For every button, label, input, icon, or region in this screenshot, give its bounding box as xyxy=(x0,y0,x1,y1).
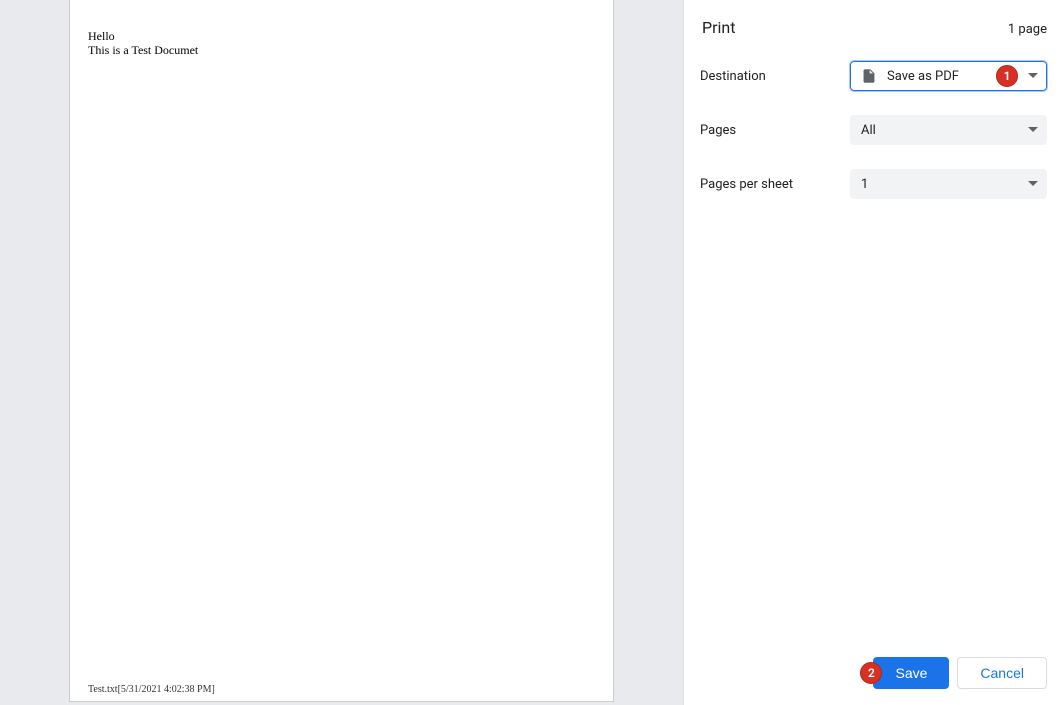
chevron-down-icon xyxy=(1028,73,1038,79)
chevron-down-icon xyxy=(1028,181,1038,187)
page-count: 1 page xyxy=(1008,22,1047,37)
preview-line-1: Hello xyxy=(88,30,595,44)
destination-dropdown[interactable]: Save as PDF 1 xyxy=(850,61,1047,91)
save-button[interactable]: Save xyxy=(873,657,949,689)
chevron-down-icon xyxy=(1028,127,1038,133)
pages-row: Pages All xyxy=(700,115,1047,145)
pages-value: All xyxy=(861,123,1028,138)
print-settings-sidebar: Print 1 page Destination Save as PDF 1 P… xyxy=(683,0,1063,705)
pages-per-sheet-dropdown[interactable]: 1 xyxy=(850,169,1047,199)
print-preview-area: Hello This is a Test Documet Test.txt[5/… xyxy=(0,0,683,705)
preview-content: Hello This is a Test Documet xyxy=(88,30,595,58)
pages-per-sheet-label: Pages per sheet xyxy=(700,177,850,192)
preview-footer: Test.txt[5/31/2021 4:02:38 PM] xyxy=(88,684,215,695)
annotation-badge-2: 2 xyxy=(860,662,882,684)
footer-buttons: 2 Save Cancel xyxy=(700,657,1047,689)
pages-label: Pages xyxy=(700,123,850,138)
annotation-badge-1: 1 xyxy=(996,65,1018,87)
pdf-file-icon xyxy=(861,68,877,84)
preview-line-2: This is a Test Documet xyxy=(88,44,595,58)
preview-page: Hello This is a Test Documet Test.txt[5/… xyxy=(69,0,614,702)
sidebar-title: Print xyxy=(702,18,735,37)
pages-per-sheet-row: Pages per sheet 1 xyxy=(700,169,1047,199)
destination-row: Destination Save as PDF 1 xyxy=(700,61,1047,91)
cancel-button[interactable]: Cancel xyxy=(957,657,1047,689)
destination-label: Destination xyxy=(700,69,850,84)
pages-per-sheet-value: 1 xyxy=(861,177,1028,192)
sidebar-header: Print 1 page xyxy=(700,18,1047,37)
pages-dropdown[interactable]: All xyxy=(850,115,1047,145)
